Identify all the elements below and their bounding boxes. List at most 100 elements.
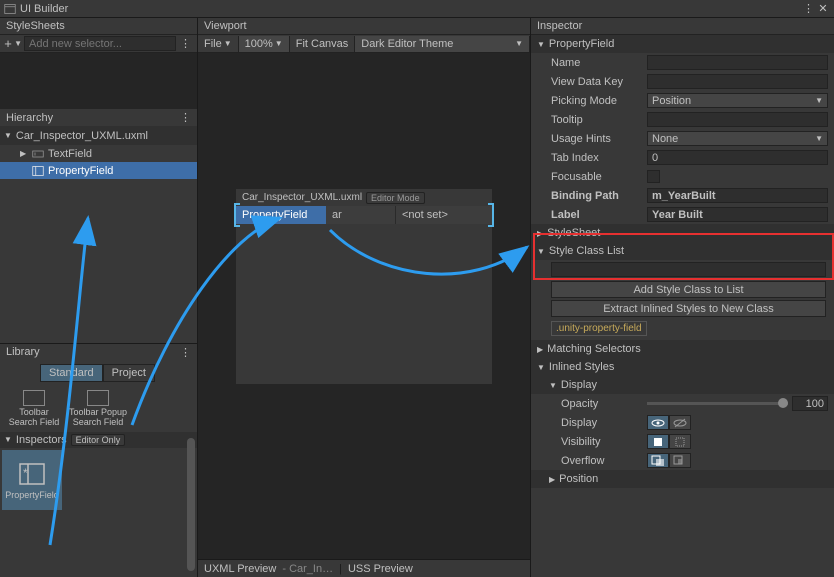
library-tab-standard[interactable]: Standard [40,364,103,382]
styleclass-input[interactable] [551,262,826,277]
inspector-row-usagehints: Usage HintsNone▼ [531,129,834,148]
library-scroll-thumb[interactable] [187,438,195,571]
chevron-down-icon[interactable]: ▼ [537,363,545,372]
tooltip-input[interactable] [647,112,828,127]
style-class-tag[interactable]: .unity-property-field [551,321,647,336]
toolbar-popup-search-icon [87,390,109,406]
chevron-right-icon[interactable]: ▶ [549,475,555,484]
add-selector-dropdown[interactable]: ▼ [14,37,22,51]
inspector-row-label: Label [531,205,834,224]
inspector-row-tabindex: Tab Index [531,148,834,167]
library-menu-icon[interactable]: ⋮ [180,346,191,359]
add-selector-input[interactable] [24,36,176,51]
inspector-section-display[interactable]: ▼Display [531,376,834,394]
canvas-field-label: ar [326,206,396,224]
propertyfield-large-icon: * [18,460,46,488]
hierarchy-header: Hierarchy ⋮ [0,109,197,126]
library-section-inspectors[interactable]: ▼ Inspectors Editor Only [0,432,197,448]
tabindex-input[interactable] [647,150,828,165]
inspector-section-propertyfield[interactable]: ▼ PropertyField [531,35,834,53]
viewdatakey-input[interactable] [647,74,828,89]
extract-styles-button[interactable]: Extract Inlined Styles to New Class [551,300,826,317]
uxml-preview-tab[interactable]: UXML Preview [204,563,276,575]
viewport-theme[interactable]: Dark Editor Theme▼ [355,36,530,52]
library-item-propertyfield[interactable]: * PropertyField [2,450,62,510]
inspector-header: Inspector [531,18,834,35]
hierarchy-body: ▼ Car_Inspector_UXML.uxml ▶ TextField Pr… [0,126,197,343]
canvas-field-value[interactable]: <not set> [396,206,492,224]
inspector-section-position[interactable]: ▶Position [531,470,834,488]
hierarchy-menu-icon[interactable]: ⋮ [180,111,191,124]
propertyfield-icon [32,165,44,177]
add-style-class-button[interactable]: Add Style Class to List [551,281,826,298]
uss-preview-tab[interactable]: USS Preview [348,563,413,575]
inspector-row-tooltip: Tooltip [531,110,834,129]
chevron-down-icon[interactable]: ▼ [537,247,545,256]
usagehints-select[interactable]: None▼ [647,131,828,146]
viewport-canvas-area[interactable]: Car_Inspector_UXML.uxml Editor Mode Prop… [198,53,530,559]
display-none-toggle[interactable] [669,415,691,430]
label-input[interactable] [647,207,828,222]
inspector-row-display: Display [531,413,834,432]
overflow-hidden-toggle[interactable] [669,453,691,468]
display-flex-toggle[interactable] [647,415,669,430]
inspector-section-styleclasslist[interactable]: ▼Style Class List [531,242,834,260]
editor-mode-badge: Editor Mode [366,192,425,204]
inspector-section-matching[interactable]: ▶Matching Selectors [531,340,834,358]
window-icon [4,3,16,15]
library-item-toolbar-popup-search[interactable]: Toolbar Popup Search Field [68,390,128,428]
stylesheets-empty [0,53,197,109]
opacity-slider[interactable] [647,402,788,405]
chevron-right-icon[interactable]: ▶ [20,149,28,158]
hierarchy-item-propertyfield[interactable]: PropertyField [0,162,197,179]
add-selector-button[interactable]: + [2,37,14,51]
inspector-row-viewdatakey: View Data Key [531,72,834,91]
library-tab-project[interactable]: Project [103,364,155,382]
toolbar-search-icon [23,390,45,406]
chevron-down-icon[interactable]: ▼ [549,381,557,390]
uxml-preview-file: - Car_In… [282,563,333,575]
window-title: UI Builder [4,3,803,15]
inspector-row-bindingpath: Binding Path [531,186,834,205]
hierarchy-item-textfield[interactable]: ▶ TextField [0,145,197,162]
editor-only-badge: Editor Only [71,434,126,446]
chevron-right-icon[interactable]: ▶ [537,229,543,238]
title-bar: UI Builder ⋮ ✕ [0,0,834,18]
canvas-empty-area [236,224,492,384]
inspector-row-name: Name [531,53,834,72]
stylesheets-header: StyleSheets [0,18,197,35]
chevron-down-icon[interactable]: ▼ [537,40,545,49]
library-item-toolbar-search[interactable]: Toolbar Search Field [4,390,64,428]
name-input[interactable] [647,55,828,70]
slider-thumb[interactable] [778,398,788,408]
window-menu-icon[interactable]: ⋮ [803,2,816,15]
library-header: Library ⋮ [0,343,197,360]
viewport-header: Viewport [198,18,530,35]
opacity-value[interactable]: 100 [792,396,828,411]
bindingpath-input[interactable] [647,188,828,203]
viewport-file-menu[interactable]: File▼ [198,36,239,52]
focusable-checkbox[interactable] [647,170,660,183]
overflow-visible-toggle[interactable] [647,453,669,468]
canvas-property-label[interactable]: PropertyField [236,206,326,224]
inspector-section-inlined[interactable]: ▼Inlined Styles [531,358,834,376]
viewport-fit-canvas[interactable]: Fit Canvas [290,36,356,52]
window-close-icon[interactable]: ✕ [816,2,830,15]
inspector-row-focusable: Focusable [531,167,834,186]
inspector-row-pickingmode: Picking ModePosition▼ [531,91,834,110]
pickingmode-select[interactable]: Position▼ [647,93,828,108]
textfield-icon [32,148,44,160]
chevron-right-icon[interactable]: ▶ [537,345,543,354]
hierarchy-root[interactable]: ▼ Car_Inspector_UXML.uxml [0,126,197,145]
inspector-section-stylesheet[interactable]: ▶StyleSheet [531,224,834,242]
inspector-row-visibility: Visibility [531,432,834,451]
stylesheets-menu-icon[interactable]: ⋮ [176,37,195,50]
chevron-down-icon[interactable]: ▼ [4,435,12,444]
viewport-zoom[interactable]: 100%▼ [239,36,290,52]
canvas-property-row[interactable]: PropertyField ar <not set> [236,206,492,224]
visibility-hidden-toggle[interactable] [669,434,691,449]
chevron-down-icon[interactable]: ▼ [4,131,12,140]
visibility-visible-toggle[interactable] [647,434,669,449]
selection-bracket-left [234,203,240,227]
canvas-frame: Car_Inspector_UXML.uxml Editor Mode Prop… [236,189,492,384]
